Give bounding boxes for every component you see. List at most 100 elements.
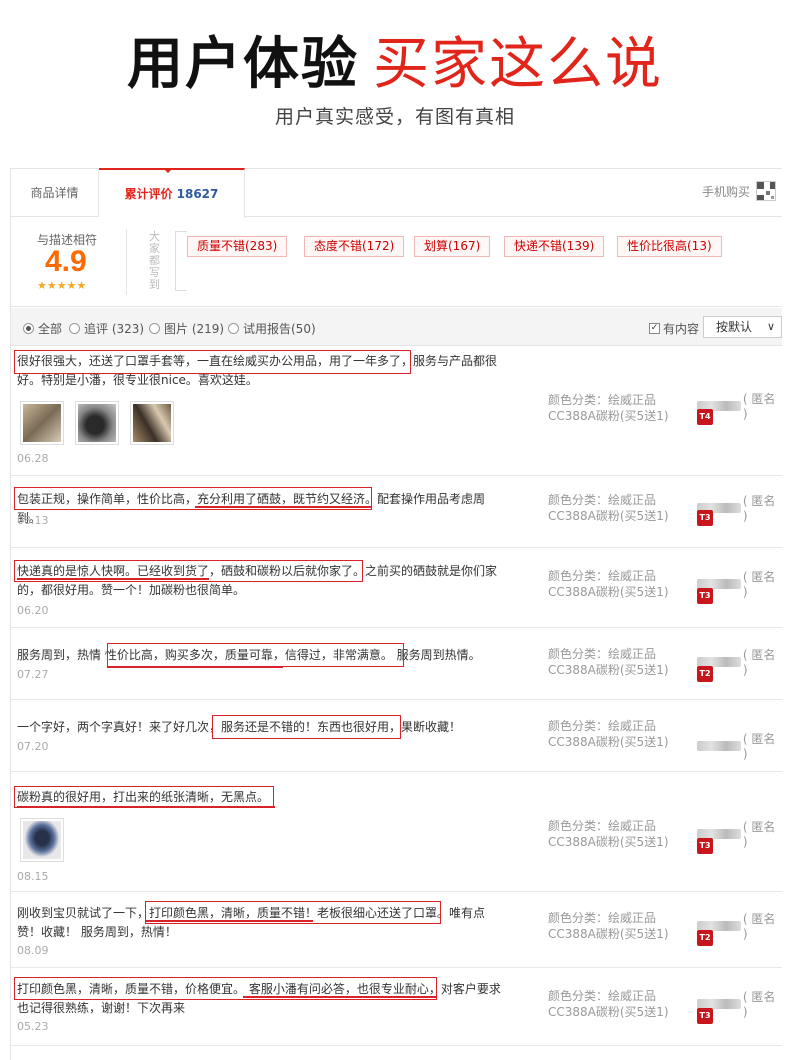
has-content-checkbox[interactable]: ✓ 有内容 [649, 320, 699, 337]
active-tab-caret-icon [163, 168, 173, 173]
sku-model: CC388A碳粉(买5送1) [548, 585, 669, 599]
filter-images-label: 图片 (219) [164, 322, 225, 336]
tab-reviews-count: 18627 [176, 187, 219, 201]
sku-color: 颜色分类：绘威正品 [548, 911, 657, 925]
sku-info: 颜色分类：绘威正品 CC388A碳粉(买5送1) [548, 910, 669, 942]
review-photo[interactable] [20, 818, 64, 862]
hero-title-bold: 用户体验 [127, 32, 359, 97]
review-date: 08.09 [17, 944, 49, 957]
highlight-box [14, 786, 274, 808]
member-level-badge-icon: T2 [697, 666, 713, 682]
reviewer-name-blurred [697, 578, 741, 589]
sku-info: 颜色分类：绘威正品 CC388A碳粉(买5送1) [548, 492, 669, 524]
sku-model: CC388A碳粉(买5送1) [548, 663, 669, 677]
review-photo[interactable] [130, 401, 174, 445]
sku-color: 颜色分类：绘威正品 [548, 647, 657, 661]
sku-color: 颜色分类：绘威正品 [548, 819, 657, 833]
tag-cost-performance[interactable]: 性价比很高(13) [617, 236, 722, 257]
filter-all[interactable]: 全部 [23, 320, 62, 337]
member-level-badge-icon: T3 [697, 838, 713, 854]
sku-color: 颜色分类：绘威正品 [548, 493, 657, 507]
hero-title: 用户体验 买家这么说 [0, 30, 790, 100]
tab-bar: 商品详情 累计评价 18627 手机购买 [11, 168, 782, 218]
tab-reviews[interactable]: 累计评价 18627 [99, 168, 245, 218]
anonymous-label: ( 匿名 ) [742, 494, 776, 523]
anonymous-label: ( 匿名 ) [742, 990, 776, 1019]
sku-info: 颜色分类：绘威正品 CC388A碳粉(买5送1) [548, 718, 669, 750]
radio-icon [23, 323, 34, 334]
tag-attitude[interactable]: 态度不错(172) [304, 236, 405, 257]
member-level-badge-icon: T3 [697, 1008, 713, 1024]
reviewer-name-blurred [697, 828, 741, 839]
sku-info: 颜色分类：绘威正品 CC388A碳粉(买5送1) [548, 568, 669, 600]
sku-info: 颜色分类：绘威正品 CC388A碳粉(买5送1) [548, 818, 669, 850]
highlight-underline [195, 506, 371, 508]
highlight-underline [107, 666, 283, 668]
highlight-underline [243, 996, 437, 998]
reviewer-name-blurred [697, 740, 741, 751]
sku-model: CC388A碳粉(买5送1) [548, 409, 669, 423]
check-icon: ✓ [649, 323, 660, 334]
review-date: 06.20 [17, 604, 49, 617]
review-date: 06.28 [17, 452, 49, 465]
filter-followup[interactable]: 追评 (323) [69, 320, 144, 337]
sort-value: 按默认 [716, 320, 753, 334]
reviewer-name-blurred [697, 920, 741, 931]
hero-subtitle: 用户真实感受，有图有真相 [274, 106, 515, 128]
sort-select[interactable]: 按默认 ∨ [703, 316, 782, 338]
anonymous-label: ( 匿名 ) [742, 820, 776, 849]
has-content-label: 有内容 [663, 322, 700, 336]
member-level-badge-icon: T2 [697, 930, 713, 946]
highlight-box [107, 643, 404, 667]
reviewer-name-blurred [697, 656, 741, 667]
review-item: 碳粉真的很好用，打出来的纸张清晰，无黑点。 08.15 颜色分类：绘威正品 CC3… [11, 772, 782, 892]
review-date: 08.15 [17, 870, 49, 883]
filter-all-label: 全部 [38, 322, 63, 336]
sku-info: 颜色分类：绘威正品 CC388A碳粉(买5送1) [548, 646, 669, 678]
filter-images[interactable]: 图片 (219) [149, 320, 224, 337]
highlight-box [212, 715, 401, 739]
tag-delivery[interactable]: 快递不错(139) [504, 236, 605, 257]
review-item: 一个字好，两个字真好！来了好几次，服务还是不错的！东西也很好用，果断收藏！ 07… [11, 700, 782, 772]
sku-model: CC388A碳粉(买5送1) [548, 735, 669, 749]
review-date: 08.13 [17, 514, 49, 527]
tag-quality[interactable]: 质量不错(283) [187, 236, 288, 257]
tab-reviews-label: 累计评价 [124, 187, 173, 201]
radio-icon [228, 323, 239, 334]
rating-score: 4.9 [45, 245, 87, 278]
anonymous-label: ( 匿名 ) [742, 392, 776, 421]
review-filter-bar: 全部 追评 (323) 图片 (219) 试用报告(50) ✓ 有内容 按默认 ∨ [11, 308, 782, 346]
review-item: 服务周到，热情 性价比高，购买多次，质量可靠，信得过，非常满意。 服务周到热情。… [11, 628, 782, 700]
mobile-buy-label: 手机购买 [701, 184, 750, 199]
mobile-buy-link[interactable]: 手机购买 [702, 181, 776, 201]
highlight-underline [145, 920, 313, 922]
review-photo[interactable] [20, 401, 64, 445]
review-photo[interactable] [75, 401, 119, 445]
qr-code-icon [756, 181, 776, 201]
anonymous-label: ( 匿名 ) [742, 570, 776, 599]
tags-heading: 大家都写到 [149, 230, 160, 291]
review-item: 刚收到宝贝就试了一下，打印颜色黑，清晰，质量不错！老板很细心还送了口罩。唯有点赞… [11, 892, 782, 968]
hero-title-red: 买家这么说 [373, 32, 663, 97]
anonymous-label: ( 匿名 ) [742, 648, 776, 677]
sku-color: 颜色分类：绘威正品 [548, 989, 657, 1003]
filter-trial[interactable]: 试用报告(50) [228, 320, 316, 337]
highlight-underline [17, 578, 209, 580]
member-level-badge-icon: T3 [697, 510, 713, 526]
tab-product-detail[interactable]: 商品详情 [11, 169, 99, 217]
highlight-underline [17, 806, 275, 808]
sku-model: CC388A碳粉(买5送1) [548, 1005, 669, 1019]
rating-summary: 与描述相符 4.9 ★★★★★ 大家都写到 质量不错(283) 态度不错(172… [11, 217, 782, 307]
sku-color: 颜色分类：绘威正品 [548, 393, 657, 407]
sku-model: CC388A碳粉(买5送1) [548, 509, 669, 523]
review-item: 快递真的是惊人快啊。已经收到货了，硒鼓和碳粉以后就你家了。之前买的硒鼓就是你们家… [11, 548, 782, 628]
sku-info: 颜色分类：绘威正品 CC388A碳粉(买5送1) [548, 392, 669, 424]
hero-banner: 用户体验 买家这么说 用户真实感受，有图有真相 [0, 0, 790, 160]
divider [126, 229, 127, 295]
member-level-badge-icon: T3 [697, 588, 713, 604]
review-item: 很好很强大，还送了口罩手套等，一直在绘威买办公用品，用了一年多了，服务与产品都很… [11, 346, 782, 476]
sku-model: CC388A碳粉(买5送1) [548, 835, 669, 849]
review-date: 07.27 [17, 668, 49, 681]
tag-value[interactable]: 划算(167) [414, 236, 491, 257]
sku-color: 颜色分类：绘威正品 [548, 719, 657, 733]
